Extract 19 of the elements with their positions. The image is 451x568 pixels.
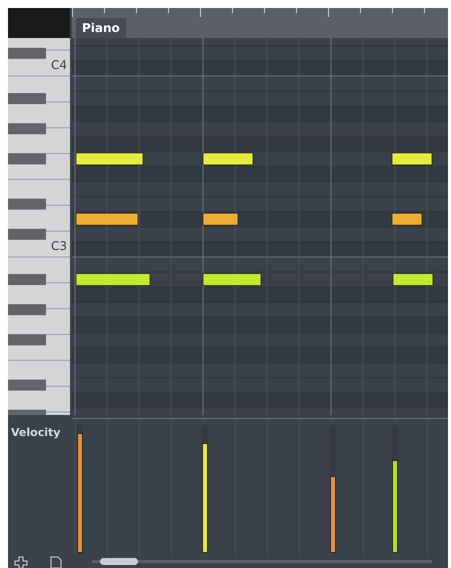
page-icon[interactable] [50,556,62,568]
note-block[interactable] [202,152,254,166]
note-block[interactable] [392,212,422,226]
note-block[interactable] [202,212,238,226]
octave-label: C3 [50,238,67,253]
octave-label: C4 [50,58,67,72]
note-block[interactable] [76,273,150,286]
velocity-label: Velocity [11,426,60,439]
velocity-bar[interactable] [392,460,398,553]
note-block[interactable] [202,273,262,286]
horizontal-scrollbar[interactable] [92,560,432,563]
velocity-bar[interactable] [330,476,336,553]
note-block[interactable] [392,273,434,286]
corner-panel [8,8,70,38]
piano-tab[interactable]: Piano [76,18,126,38]
note-block[interactable] [76,212,138,226]
note-block[interactable] [76,152,144,166]
note-block[interactable] [392,152,432,166]
plus-icon[interactable] [14,556,28,568]
